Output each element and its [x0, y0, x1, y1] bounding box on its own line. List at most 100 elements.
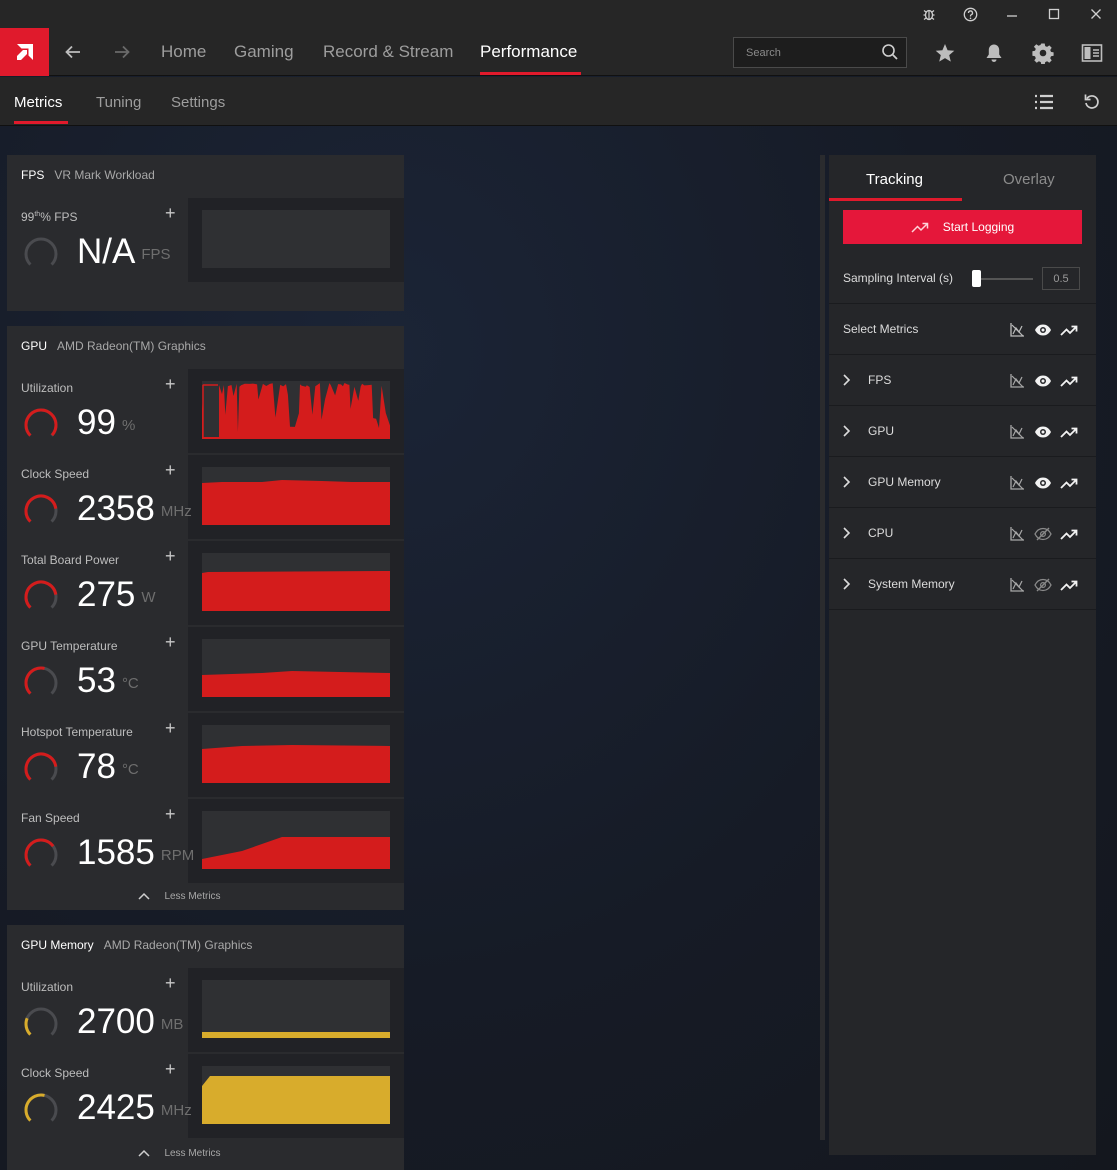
metric-group-label: GPU Memory — [868, 475, 941, 489]
amd-logo-icon[interactable] — [0, 28, 49, 76]
help-icon[interactable] — [958, 4, 982, 24]
metric-group-label: System Memory — [868, 577, 955, 591]
metric-value: 1585 RPM — [77, 833, 195, 872]
metric-card: Utilization + 99% — [7, 369, 404, 453]
chart-toggle-icon[interactable] — [1007, 473, 1027, 493]
back-arrow-icon[interactable] — [61, 40, 85, 64]
sampling-interval-slider-thumb[interactable] — [972, 270, 981, 287]
add-metric-plus-icon[interactable]: + — [165, 461, 176, 479]
tab-tuning[interactable]: Tuning — [96, 94, 141, 111]
metric-label: Utilization — [21, 980, 74, 994]
maximize-icon[interactable] — [1042, 4, 1066, 24]
search-icon[interactable] — [881, 43, 899, 66]
metric-value: 2425 MHz — [77, 1088, 192, 1127]
list-view-icon[interactable] — [1031, 89, 1057, 115]
sidebar-panel-icon[interactable] — [1079, 40, 1105, 66]
metric-group-row[interactable]: GPU — [829, 407, 1096, 457]
tab-metrics[interactable]: Metrics — [14, 94, 62, 111]
nav-performance[interactable]: Performance — [480, 42, 577, 62]
gpu-panel-header: GPU AMD Radeon(TM) Graphics — [7, 326, 404, 366]
add-metric-plus-icon[interactable]: + — [165, 547, 176, 565]
panel-subtitle: VR Mark Workload — [54, 168, 155, 182]
add-metric-plus-icon[interactable]: + — [165, 204, 176, 222]
settings-gear-icon[interactable] — [1030, 40, 1056, 66]
chevron-right-icon[interactable] — [841, 475, 851, 489]
chevron-right-icon[interactable] — [841, 577, 851, 591]
sampling-interval-input[interactable]: 0.5 — [1042, 267, 1080, 290]
gpu-panel: GPU AMD Radeon(TM) Graphics Less Metrics… — [7, 326, 404, 910]
add-metric-plus-icon[interactable]: + — [165, 719, 176, 737]
chevron-right-icon[interactable] — [841, 373, 851, 387]
trend-up-icon[interactable] — [1059, 524, 1079, 544]
eye-icon[interactable] — [1033, 371, 1053, 391]
add-metric-plus-icon[interactable]: + — [165, 805, 176, 823]
nav-record-stream[interactable]: Record & Stream — [323, 42, 453, 62]
nav-gaming[interactable]: Gaming — [234, 42, 294, 62]
tab-tracking[interactable]: Tracking — [866, 171, 923, 188]
trend-up-icon[interactable] — [1059, 422, 1079, 442]
nav-home[interactable]: Home — [161, 42, 206, 62]
search-box[interactable] — [733, 37, 907, 68]
metric-history-chart — [202, 480, 390, 525]
reset-icon[interactable] — [1079, 89, 1105, 115]
chart-toggle-icon[interactable] — [1007, 524, 1027, 544]
trend-up-icon[interactable] — [1059, 320, 1079, 340]
eye-off-icon[interactable] — [1033, 575, 1053, 595]
metric-group-actions — [1007, 422, 1081, 442]
metric-card: Fan Speed + 1585 RPM — [7, 799, 404, 883]
add-metric-plus-icon[interactable]: + — [165, 974, 176, 992]
add-metric-plus-icon[interactable]: + — [165, 1060, 176, 1078]
less-metrics-label: Less Metrics — [164, 890, 221, 902]
eye-icon[interactable] — [1033, 422, 1053, 442]
chevron-right-icon[interactable] — [841, 424, 851, 438]
metric-history-chart — [202, 745, 390, 783]
start-logging-button[interactable]: Start Logging — [843, 210, 1082, 244]
trend-up-icon[interactable] — [1059, 575, 1079, 595]
metric-graph — [202, 467, 390, 525]
notifications-bell-icon[interactable] — [981, 40, 1007, 66]
less-metrics-button[interactable]: Less Metrics — [7, 1140, 404, 1166]
chart-toggle-icon[interactable] — [1007, 575, 1027, 595]
sampling-interval-slider[interactable] — [973, 278, 1033, 280]
close-icon[interactable] — [1084, 4, 1108, 24]
chevron-right-icon[interactable] — [841, 526, 851, 540]
forward-arrow-icon[interactable] — [110, 40, 134, 64]
metric-label: Fan Speed — [21, 811, 80, 825]
search-input[interactable] — [734, 38, 874, 67]
trend-up-icon[interactable] — [1059, 371, 1079, 391]
metric-card: GPU Temperature + 53 °C — [7, 627, 404, 711]
metric-history-chart — [202, 837, 390, 869]
add-metric-plus-icon[interactable]: + — [165, 375, 176, 393]
metric-label: Clock Speed — [21, 467, 90, 481]
favorites-star-icon[interactable] — [932, 40, 958, 66]
chart-toggle-icon[interactable] — [1007, 371, 1027, 391]
metric-gauge-icon — [24, 237, 58, 266]
panel-title: FPS — [21, 168, 45, 182]
tab-settings[interactable]: Settings — [171, 94, 225, 111]
minimize-icon[interactable] — [1000, 4, 1024, 24]
bug-report-icon[interactable] — [917, 4, 941, 24]
metric-group-row[interactable]: System Memory — [829, 560, 1096, 610]
eye-icon[interactable] — [1033, 320, 1053, 340]
metric-history-chart — [202, 383, 390, 439]
metric-graph — [202, 381, 390, 439]
eye-icon[interactable] — [1033, 473, 1053, 493]
metric-history-chart — [202, 1076, 390, 1124]
metric-gauge-icon — [24, 838, 58, 867]
metric-group-row[interactable]: GPU Memory — [829, 458, 1096, 508]
metric-value: 2358 MHz — [77, 489, 192, 528]
metric-group-row[interactable]: FPS — [829, 356, 1096, 406]
less-metrics-button[interactable]: Less Metrics — [7, 883, 404, 909]
add-metric-plus-icon[interactable]: + — [165, 633, 176, 651]
chart-toggle-icon[interactable] — [1007, 320, 1027, 340]
metric-graph — [202, 725, 390, 783]
select-metrics-actions — [1007, 320, 1081, 340]
metric-graph — [202, 210, 390, 268]
panel-resize-handle[interactable] — [820, 155, 825, 1140]
eye-off-icon[interactable] — [1033, 524, 1053, 544]
trend-up-icon[interactable] — [1059, 473, 1079, 493]
metric-group-row[interactable]: CPU — [829, 509, 1096, 559]
metric-group-label: GPU — [868, 424, 895, 438]
chart-toggle-icon[interactable] — [1007, 422, 1027, 442]
tab-overlay[interactable]: Overlay — [1003, 171, 1055, 188]
